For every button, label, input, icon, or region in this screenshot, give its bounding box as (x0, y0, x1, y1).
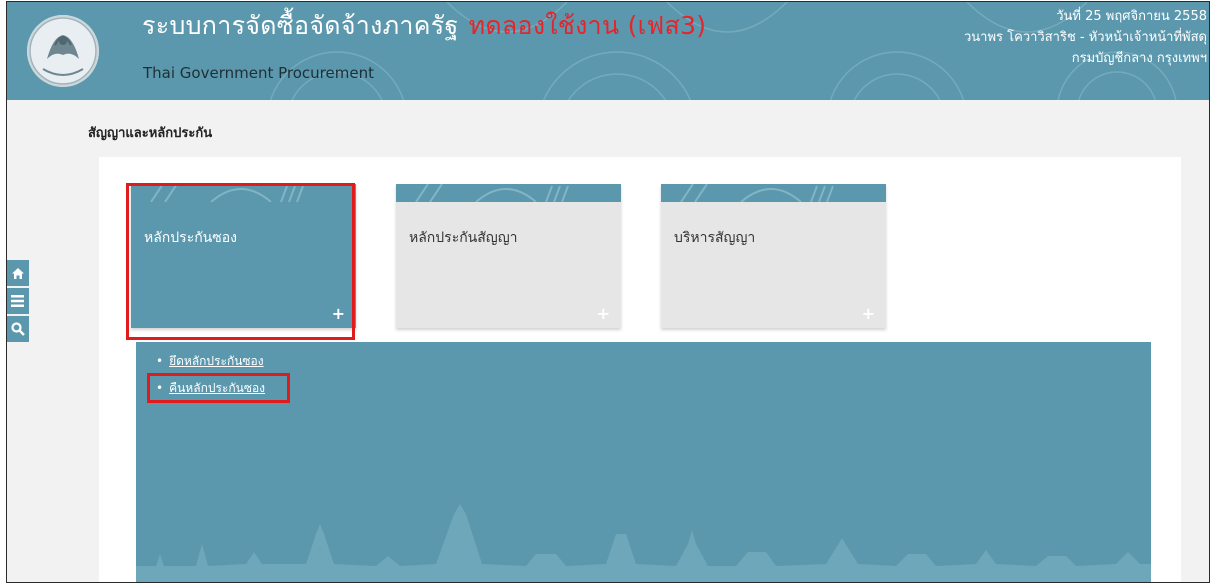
search-icon[interactable] (7, 316, 29, 342)
comptroller-general-emblem-icon (27, 15, 99, 87)
user-info: วันที่ 25 พฤศจิกายน 2558 วนาพร โควาวิสาร… (964, 6, 1207, 69)
bullet: • (156, 354, 164, 368)
app-subtitle: Thai Government Procurement (143, 64, 374, 82)
tile-band (661, 184, 886, 202)
tile-band (131, 184, 356, 202)
tile-bid-guarantee[interactable]: หลักประกันซอง + (131, 184, 356, 328)
trial-label: ทดลองใช้งาน (เฟส3) (468, 11, 707, 40)
home-icon[interactable] (7, 260, 29, 286)
submenu-item-return-bid-guarantee[interactable]: • คืนหลักประกันซอง (156, 379, 265, 398)
menu-icon[interactable] (7, 288, 29, 314)
tile-label: บริหารสัญญา (674, 230, 756, 246)
side-toolbar (7, 260, 29, 344)
bangkok-skyline-decoration (136, 504, 1151, 582)
user-name: วนาพร โควาวิสาริช - หัวหน้าเจ้าหน้าที่พั… (963, 30, 1207, 45)
app-title-text: ระบบการจัดซื้อจัดจ้างภาครัฐ (142, 11, 459, 40)
expand-plus-icon[interactable]: + (862, 306, 875, 322)
tile-contract-guarantee[interactable]: หลักประกันสัญญา + (396, 184, 621, 328)
user-department: กรมบัญชีกลาง กรุงเทพฯ (1071, 51, 1207, 66)
tile-label: หลักประกันซอง (144, 230, 238, 246)
current-date: วันที่ 25 พฤศจิกายน 2558 (1056, 9, 1207, 24)
tile-contract-management[interactable]: บริหารสัญญา + (661, 184, 886, 328)
expand-plus-icon[interactable]: + (332, 306, 345, 322)
tile-band (396, 184, 621, 202)
app-title: ระบบการจัดซื้อจัดจ้างภาครัฐ ทดลองใช้งาน (… (142, 6, 706, 46)
expand-plus-icon[interactable]: + (597, 306, 610, 322)
submenu-item-seize-bid-guarantee[interactable]: • ยึดหลักประกันซอง (156, 352, 264, 371)
content-panel: หลักประกันซอง + หลักประกันสัญญา + บริหาร… (99, 157, 1181, 582)
page-title: สัญญาและหลักประกัน (88, 126, 213, 141)
submenu-item-label: ยึดหลักประกันซอง (169, 354, 264, 368)
submenu-item-label: คืนหลักประกันซอง (169, 381, 266, 395)
submenu-panel: • ยึดหลักประกันซอง • คืนหลักประกันซอง (136, 342, 1151, 582)
tile-label: หลักประกันสัญญา (409, 230, 518, 246)
header-banner: ระบบการจัดซื้อจัดจ้างภาครัฐ ทดลองใช้งาน (… (7, 2, 1209, 100)
bullet: • (156, 381, 164, 395)
app-frame: ระบบการจัดซื้อจัดจ้างภาครัฐ ทดลองใช้งาน (… (6, 1, 1210, 583)
